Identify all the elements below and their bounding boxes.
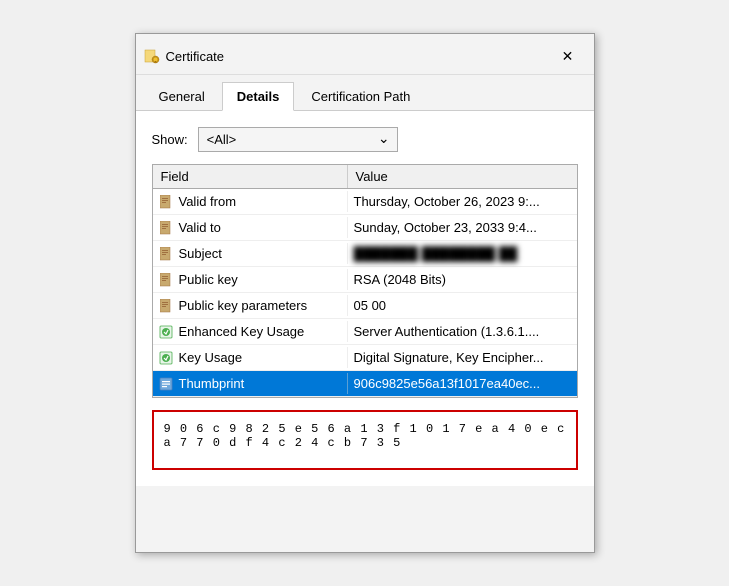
- row-value-valid-to: Sunday, October 23, 2033 9:4...: [348, 217, 577, 238]
- table-row[interactable]: Public key parameters 05 00: [153, 293, 577, 319]
- row-value-thumbprint: 906c9825e56a13f1017ea40ec...: [348, 373, 577, 394]
- table-row[interactable]: Key Usage Digital Signature, Key Enciphe…: [153, 345, 577, 371]
- doc-icon: [159, 195, 173, 209]
- tab-general[interactable]: General: [144, 82, 220, 111]
- close-button[interactable]: ✕: [554, 42, 582, 70]
- table-row[interactable]: Public key RSA (2048 Bits): [153, 267, 577, 293]
- details-table: Field Value Valid from Thursday, October…: [152, 164, 578, 398]
- certificate-dialog: Certificate ✕ General Details Certificat…: [135, 33, 595, 553]
- table-row[interactable]: Enhanced Key Usage Server Authentication…: [153, 319, 577, 345]
- field-label: Public key parameters: [179, 298, 308, 313]
- tab-content: Show: <All> Field Value: [136, 111, 594, 486]
- window-title: Certificate: [166, 49, 225, 64]
- show-label: Show:: [152, 132, 188, 147]
- row-field-key-usage: Key Usage: [153, 347, 348, 368]
- row-value-enhanced-key-usage: Server Authentication (1.3.6.1....: [348, 321, 577, 342]
- field-label: Public key: [179, 272, 238, 287]
- show-select-wrapper[interactable]: <All>: [198, 127, 398, 152]
- tabs-bar: General Details Certification Path: [136, 75, 594, 111]
- row-value-public-key: RSA (2048 Bits): [348, 269, 577, 290]
- certificate-icon: [144, 48, 160, 64]
- field-label: Valid to: [179, 220, 221, 235]
- detail-value-box: 9 0 6 c 9 8 2 5 e 5 6 a 1 3 f 1 0 1 7 e …: [152, 410, 578, 470]
- table-row[interactable]: Valid from Thursday, October 26, 2023 9:…: [153, 189, 577, 215]
- row-value-valid-from: Thursday, October 26, 2023 9:...: [348, 191, 577, 212]
- row-field-public-key-params: Public key parameters: [153, 295, 348, 316]
- show-select[interactable]: <All>: [198, 127, 398, 152]
- row-field-valid-from: Valid from: [153, 191, 348, 212]
- field-label: Enhanced Key Usage: [179, 324, 305, 339]
- row-field-valid-to: Valid to: [153, 217, 348, 238]
- doc-icon: [159, 273, 173, 287]
- doc-icon: [159, 299, 173, 313]
- row-field-thumbprint: Thumbprint: [153, 373, 348, 394]
- col-field-header: Field: [153, 165, 348, 188]
- row-value-subject: ███████ ████████ ██: [348, 243, 577, 264]
- field-label: Subject: [179, 246, 222, 261]
- col-value-header: Value: [348, 165, 577, 188]
- tab-details[interactable]: Details: [222, 82, 295, 111]
- show-row: Show: <All>: [152, 127, 578, 152]
- green-arrow-icon: [159, 351, 173, 365]
- table-row-thumbprint[interactable]: Thumbprint 906c9825e56a13f1017ea40ec...: [153, 371, 577, 397]
- field-label: Valid from: [179, 194, 237, 209]
- row-field-enhanced-key-usage: Enhanced Key Usage: [153, 321, 348, 342]
- table-header: Field Value: [153, 165, 577, 189]
- blue-doc-icon: [159, 377, 173, 391]
- row-field-subject: Subject: [153, 243, 348, 264]
- tab-certification-path[interactable]: Certification Path: [296, 82, 425, 111]
- row-field-public-key: Public key: [153, 269, 348, 290]
- table-row[interactable]: Valid to Sunday, October 23, 2033 9:4...: [153, 215, 577, 241]
- green-arrow-icon: [159, 325, 173, 339]
- doc-icon: [159, 247, 173, 261]
- title-bar: Certificate ✕: [136, 34, 594, 75]
- row-value-key-usage: Digital Signature, Key Encipher...: [348, 347, 577, 368]
- field-label: Key Usage: [179, 350, 243, 365]
- doc-icon: [159, 221, 173, 235]
- field-label: Thumbprint: [179, 376, 245, 391]
- table-body[interactable]: Valid from Thursday, October 26, 2023 9:…: [153, 189, 577, 397]
- table-row[interactable]: Subject ███████ ████████ ██: [153, 241, 577, 267]
- title-bar-left: Certificate: [144, 48, 225, 64]
- row-value-public-key-params: 05 00: [348, 295, 577, 316]
